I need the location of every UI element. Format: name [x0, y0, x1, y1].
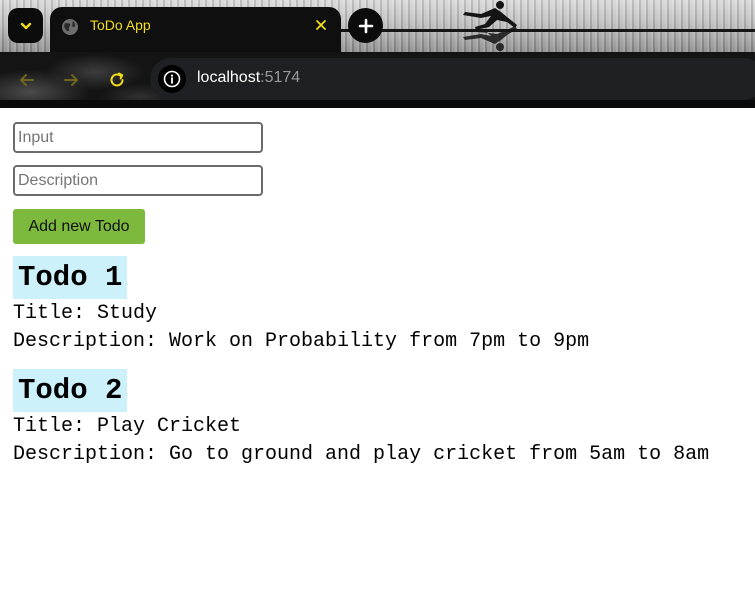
tab-search-button[interactable] — [8, 8, 43, 43]
new-tab-button[interactable] — [348, 8, 383, 43]
add-todo-button[interactable]: Add new Todo — [13, 209, 145, 244]
url-host: localhost — [197, 69, 261, 86]
address-url: localhost:5174 — [197, 69, 300, 87]
reload-button[interactable] — [102, 65, 132, 95]
todo-description: Description: Go to ground and play crick… — [13, 443, 710, 466]
todo-heading: Todo 1 — [13, 256, 128, 299]
todo-heading: Todo 2 — [13, 369, 128, 412]
tab-strip: ToDo App — [0, 0, 755, 53]
reload-icon — [110, 72, 124, 87]
description-input[interactable] — [13, 165, 263, 196]
tab-todo-app[interactable]: ToDo App — [50, 7, 341, 53]
todo-title: Title: Study — [13, 302, 158, 325]
theme-runner-image — [463, 1, 517, 51]
globe-icon — [62, 19, 78, 35]
tab-title: ToDo App — [90, 17, 151, 33]
page-content: Add new Todo Todo 1 Title: Study Descrip… — [0, 108, 755, 595]
theme-line — [340, 29, 755, 32]
toolbar-bottom-edge — [0, 100, 755, 108]
info-icon — [163, 70, 181, 88]
todo-item: Todo 1 Title: Study Description: Work on… — [13, 256, 589, 356]
tab-close-button[interactable] — [309, 13, 333, 37]
back-button[interactable] — [12, 65, 42, 95]
close-icon — [316, 20, 326, 30]
plus-icon — [358, 18, 373, 33]
todo-description: Description: Work on Probability from 7p… — [13, 330, 590, 353]
forward-button[interactable] — [56, 65, 86, 95]
title-input[interactable] — [13, 122, 263, 153]
site-info-button[interactable] — [158, 65, 186, 93]
browser-chrome: ToDo App localhost:5174 — [0, 0, 755, 108]
address-bar[interactable]: localhost:5174 — [150, 58, 755, 100]
todo-item: Todo 2 Title: Play Cricket Description: … — [13, 369, 709, 469]
arrow-right-icon — [64, 74, 78, 86]
url-port: :5174 — [260, 69, 301, 86]
arrow-left-icon — [20, 74, 34, 86]
chevron-down-icon — [20, 22, 31, 29]
todo-title: Title: Play Cricket — [13, 415, 242, 438]
